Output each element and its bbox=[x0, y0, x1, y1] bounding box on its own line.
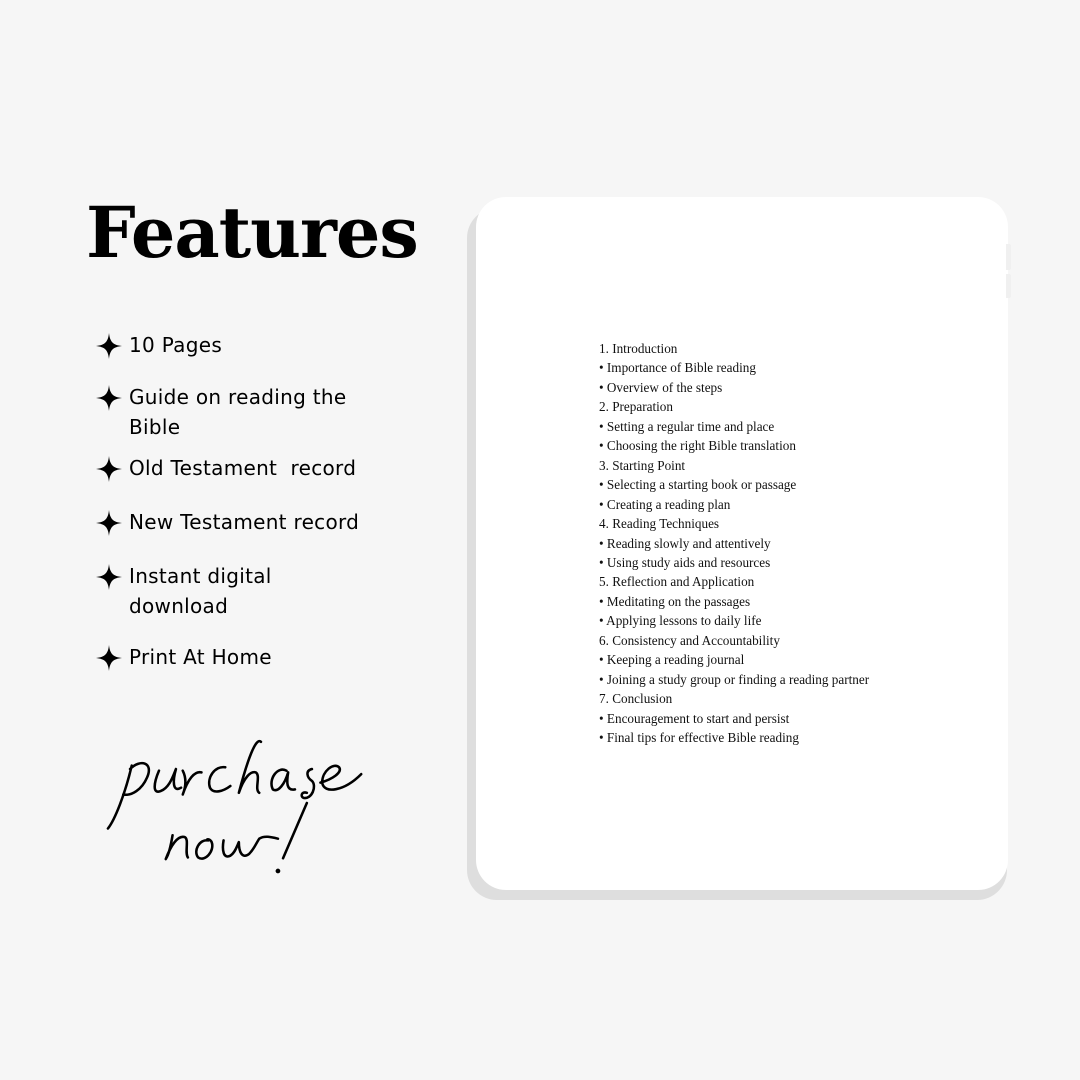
tablet-side-button bbox=[1006, 244, 1011, 270]
purchase-now-script[interactable]: purchase now! bbox=[78, 718, 398, 888]
toc-item: • Choosing the right Bible translation bbox=[599, 438, 796, 454]
toc-item: • Applying lessons to daily life bbox=[599, 613, 762, 629]
toc-item: • Using study aids and resources bbox=[599, 554, 771, 570]
feature-label: Print At Home bbox=[129, 645, 272, 669]
sparkle-icon bbox=[96, 510, 122, 536]
sparkle-icon bbox=[96, 385, 122, 411]
sparkle-icon bbox=[96, 333, 122, 359]
toc-item: 2. Preparation bbox=[599, 399, 673, 415]
sparkle-icon bbox=[96, 645, 122, 671]
feature-item: New Testament record bbox=[96, 507, 396, 537]
feature-label: Old Testament record bbox=[129, 456, 357, 480]
toc-item: • Joining a study group or finding a rea… bbox=[599, 671, 870, 687]
toc-item: • Meditating on the passages bbox=[599, 593, 751, 609]
toc-item: 3. Starting Point bbox=[599, 457, 686, 473]
toc-item: • Final tips for effective Bible reading bbox=[599, 730, 799, 746]
feature-label: Guide on reading the Bible bbox=[129, 385, 347, 439]
page-title: Features bbox=[86, 191, 419, 274]
toc-item: • Reading slowly and attentively bbox=[599, 535, 771, 551]
toc-item: • Overview of the steps bbox=[599, 379, 723, 395]
tablet-side-button bbox=[1006, 274, 1011, 298]
sparkle-icon bbox=[96, 456, 122, 482]
feature-item: 10 Pages bbox=[96, 330, 396, 360]
feature-item: Old Testament record bbox=[96, 453, 396, 483]
feature-label: 10 Pages bbox=[129, 333, 223, 357]
feature-label: New Testament record bbox=[129, 510, 360, 534]
toc-item: • Selecting a starting book or passage bbox=[599, 477, 797, 493]
table-of-contents: 1. Introduction • Importance of Bible re… bbox=[599, 339, 869, 748]
toc-item: • Setting a regular time and place bbox=[599, 418, 775, 434]
toc-item: • Creating a reading plan bbox=[599, 496, 731, 512]
toc-item: 7. Conclusion bbox=[599, 691, 673, 707]
feature-item: Guide on reading the Bible bbox=[96, 382, 396, 442]
feature-item: Instant digital download bbox=[96, 561, 396, 621]
toc-item: • Keeping a reading journal bbox=[599, 652, 745, 668]
sparkle-icon bbox=[96, 564, 122, 590]
toc-item: 4. Reading Techniques bbox=[599, 516, 720, 532]
toc-item: 5. Reflection and Application bbox=[599, 574, 755, 590]
feature-label: Instant digital download bbox=[129, 564, 272, 618]
toc-item: • Importance of Bible reading bbox=[599, 360, 756, 376]
feature-item: Print At Home bbox=[96, 642, 396, 672]
toc-item: • Encouragement to start and persist bbox=[599, 710, 790, 726]
toc-item: 1. Introduction bbox=[599, 341, 678, 356]
toc-item: 6. Consistency and Accountability bbox=[599, 632, 780, 648]
